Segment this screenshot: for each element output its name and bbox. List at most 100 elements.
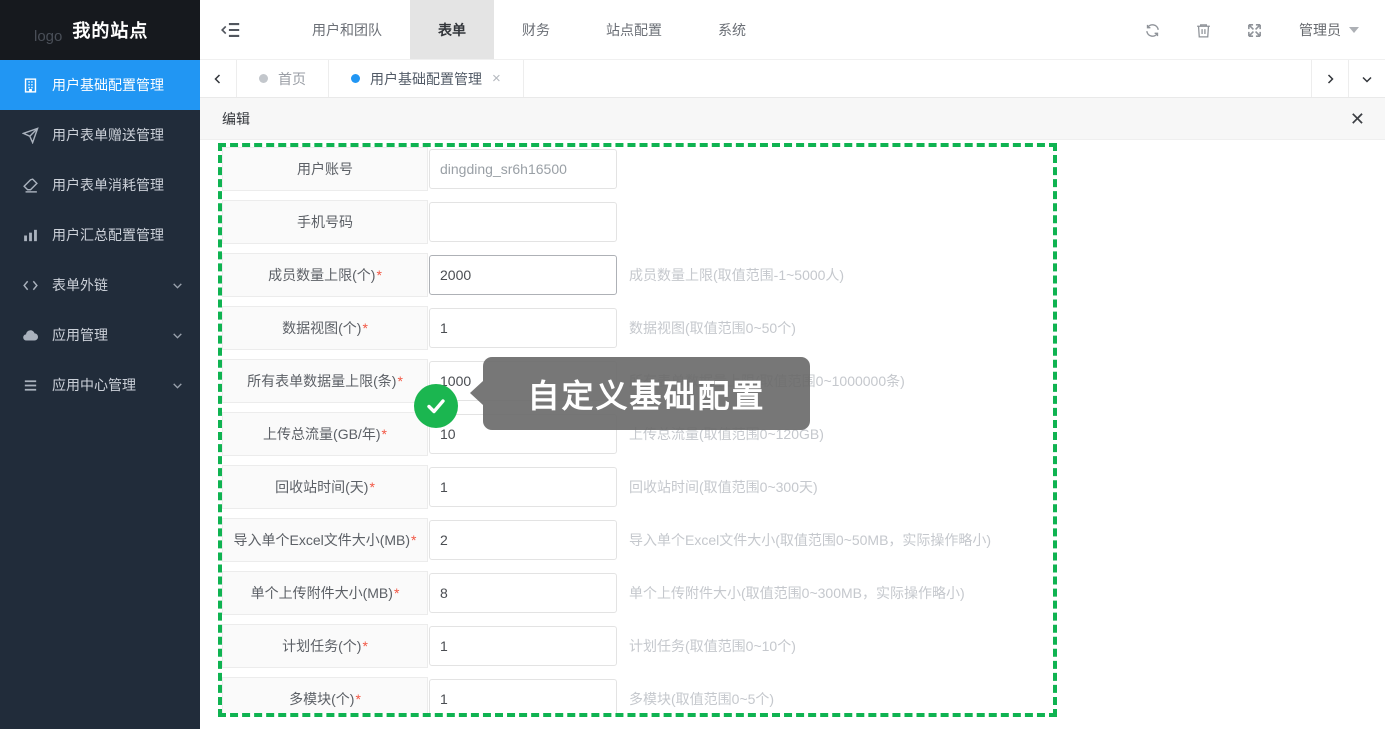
- field-hint: 成员数量上限(取值范围-1~5000人): [629, 265, 844, 285]
- field-label: 单个上传附件大小(MB)*: [222, 571, 428, 615]
- tab-home[interactable]: 首页: [237, 60, 329, 97]
- required-mark: *: [362, 638, 367, 654]
- form-row-member-limit: 成员数量上限(个)* 成员数量上限(取值范围-1~5000人): [222, 253, 1053, 297]
- required-mark: *: [376, 267, 381, 283]
- sidebar-item-label: 用户汇总配置管理: [52, 225, 164, 245]
- multi-module-input[interactable]: [429, 679, 617, 717]
- field-hint: 回收站时间(取值范围0~300天): [629, 477, 818, 497]
- field-hint: 单个上传附件大小(取值范围0~300MB，实际操作略小): [629, 583, 965, 603]
- tab-label: 用户基础配置管理: [370, 69, 482, 89]
- phone-input[interactable]: [429, 202, 617, 242]
- label-text: 数据视图(个): [282, 318, 361, 338]
- label-text: 回收站时间(天): [275, 477, 368, 497]
- nav-item-forms[interactable]: 表单: [410, 0, 494, 59]
- sidebar-item-form-gift[interactable]: 用户表单赠送管理: [0, 110, 200, 160]
- form-row-phone: 手机号码: [222, 200, 1053, 244]
- guide-highlight-box: 用户账号 手机号码 成员数量上限(个)* 成员数量上限(取值范围-1~5000人…: [218, 143, 1057, 717]
- tab-label: 首页: [278, 69, 306, 89]
- eraser-icon: [22, 177, 39, 194]
- field-label: 用户账号: [222, 147, 428, 191]
- check-circle-icon: [414, 384, 458, 428]
- required-mark: *: [369, 479, 374, 495]
- form-row-data-views: 数据视图(个)* 数据视图(取值范围0~50个): [222, 306, 1053, 350]
- field-label: 上传总流量(GB/年)*: [222, 412, 428, 456]
- required-mark: *: [411, 532, 416, 548]
- user-dropdown[interactable]: 管理员: [1299, 20, 1359, 40]
- nav-item-system[interactable]: 系统: [690, 0, 774, 59]
- send-icon: [22, 127, 39, 144]
- refresh-icon[interactable]: [1144, 22, 1161, 39]
- member-limit-input[interactable]: [429, 255, 617, 295]
- required-mark: *: [362, 320, 367, 336]
- sidebar-item-form-consume[interactable]: 用户表单消耗管理: [0, 160, 200, 210]
- field-label: 回收站时间(天)*: [222, 465, 428, 509]
- tooltip-arrow-icon: [470, 381, 483, 405]
- label-text: 手机号码: [297, 212, 353, 232]
- attachment-size-input[interactable]: [429, 573, 617, 613]
- field-label: 所有表单数据量上限(条)*: [222, 359, 428, 403]
- label-text: 用户账号: [297, 159, 353, 179]
- sidebar-item-summary-config[interactable]: 用户汇总配置管理: [0, 210, 200, 260]
- field-label: 计划任务(个)*: [222, 624, 428, 668]
- field-hint: 数据视图(取值范围0~50个): [629, 318, 796, 338]
- tabs-scroll-left-icon[interactable]: [200, 60, 237, 97]
- scheduled-tasks-input[interactable]: [429, 626, 617, 666]
- panel-title: 编辑: [222, 109, 250, 129]
- nav-item-label: 表单: [438, 20, 466, 40]
- recycle-time-input[interactable]: [429, 467, 617, 507]
- logo-bar: logo 我的站点: [0, 0, 200, 60]
- sidebar-item-label: 用户基础配置管理: [52, 75, 164, 95]
- panel-close-icon[interactable]: ✕: [1350, 110, 1365, 128]
- nav-item-finance[interactable]: 财务: [494, 0, 578, 59]
- top-header: 用户和团队 表单 财务 站点配置 系统 管理员: [200, 0, 1385, 60]
- sidebar-item-app-management[interactable]: 应用管理: [0, 310, 200, 360]
- data-views-input[interactable]: [429, 308, 617, 348]
- field-label: 手机号码: [222, 200, 428, 244]
- bar-chart-icon: [22, 227, 39, 244]
- menu-fold-icon[interactable]: [200, 0, 260, 59]
- guide-tooltip: 自定义基础配置: [483, 357, 810, 430]
- sidebar-item-form-external-link[interactable]: 表单外链: [0, 260, 200, 310]
- tabs-menu-icon[interactable]: [1348, 60, 1385, 97]
- tabs-scroll-right-icon[interactable]: [1311, 60, 1348, 97]
- required-mark: *: [355, 691, 360, 707]
- field-label: 多模块(个)*: [222, 677, 428, 717]
- form-row-multi-module: 多模块(个)* 多模块(取值范围0~5个): [222, 677, 1053, 717]
- chevron-down-icon: [171, 379, 184, 392]
- code-icon: [22, 277, 39, 294]
- field-hint: 多模块(取值范围0~5个): [629, 689, 774, 709]
- tab-close-icon[interactable]: ×: [492, 70, 501, 87]
- form-row-account: 用户账号: [222, 147, 1053, 191]
- chevron-down-icon: [171, 329, 184, 342]
- sidebar-item-label: 用户表单赠送管理: [52, 125, 164, 145]
- required-mark: *: [397, 373, 402, 389]
- field-label: 导入单个Excel文件大小(MB)*: [222, 518, 428, 562]
- caret-down-icon: [1349, 27, 1359, 33]
- tab-spacer: [524, 60, 1311, 97]
- trash-icon[interactable]: [1195, 22, 1212, 39]
- label-text: 计划任务(个): [282, 636, 361, 656]
- sidebar-item-user-base-config[interactable]: 用户基础配置管理: [0, 60, 200, 110]
- sidebar-item-label: 用户表单消耗管理: [52, 175, 164, 195]
- form-row-recycle-time: 回收站时间(天)* 回收站时间(取值范围0~300天): [222, 465, 1053, 509]
- logo-image: logo: [34, 28, 62, 45]
- fullscreen-icon[interactable]: [1246, 22, 1263, 39]
- form: 用户账号 手机号码 成员数量上限(个)* 成员数量上限(取值范围-1~5000人…: [222, 147, 1053, 717]
- sidebar-item-app-center-management[interactable]: 应用中心管理: [0, 360, 200, 410]
- tab-status-dot: [259, 74, 268, 83]
- nav-item-label: 用户和团队: [312, 20, 382, 40]
- tab-user-base-config[interactable]: 用户基础配置管理 ×: [329, 60, 524, 97]
- nav-item-site-config[interactable]: 站点配置: [578, 0, 690, 59]
- nav-item-label: 站点配置: [606, 20, 662, 40]
- excel-size-input[interactable]: [429, 520, 617, 560]
- site-title: 我的站点: [72, 17, 148, 43]
- nav-item-label: 财务: [522, 20, 550, 40]
- label-text: 多模块(个): [289, 689, 354, 709]
- nav-item-users-teams[interactable]: 用户和团队: [284, 0, 410, 59]
- field-label: 数据视图(个)*: [222, 306, 428, 350]
- field-hint: 计划任务(取值范围0~10个): [629, 636, 796, 656]
- user-label: 管理员: [1299, 20, 1341, 40]
- field-label: 成员数量上限(个)*: [222, 253, 428, 297]
- nav-item-label: 系统: [718, 20, 746, 40]
- account-input[interactable]: [429, 149, 617, 189]
